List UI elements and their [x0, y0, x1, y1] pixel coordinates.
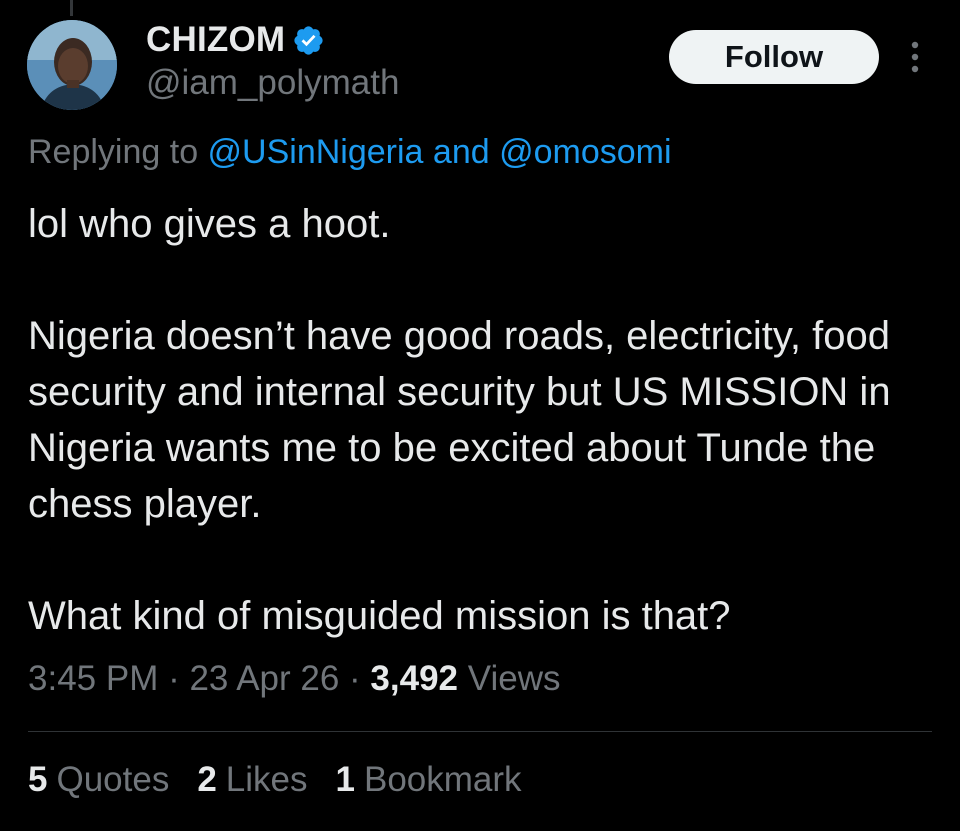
profile-photo — [27, 20, 117, 110]
likes-label: Likes — [225, 760, 308, 799]
likes-stat[interactable]: 2 Likes — [197, 760, 307, 800]
author-handle[interactable]: @iam_polymath — [146, 63, 399, 103]
quotes-count: 5 — [28, 760, 48, 799]
quotes-label: Quotes — [56, 760, 170, 799]
meta-separator: · — [339, 659, 371, 698]
display-name[interactable]: CHIZOM — [146, 20, 285, 60]
views-count: 3,492 — [370, 659, 459, 698]
tweet-time[interactable]: 3:45 PM — [28, 659, 158, 698]
tweet-meta: 3:45 PM · 23 Apr 26 · 3,492 Views — [28, 659, 560, 699]
avatar[interactable] — [27, 20, 117, 110]
divider — [28, 731, 932, 732]
bookmarks-label: Bookmark — [363, 760, 522, 799]
engagement-stats: 5 Quotes 2 Likes 1 Bookmark — [28, 760, 522, 800]
mention-link-omosomi[interactable]: @omosomi — [499, 133, 671, 171]
author-name-row[interactable]: CHIZOM — [146, 19, 325, 61]
meta-separator: · — [158, 659, 190, 698]
views-label: Views — [458, 659, 561, 698]
bookmarks-stat[interactable]: 1 Bookmark — [336, 760, 522, 800]
follow-button[interactable]: Follow — [669, 30, 879, 84]
tweet-paragraph: lol who gives a hoot. — [28, 202, 391, 246]
replying-to-prefix: Replying to — [28, 133, 208, 171]
quotes-stat[interactable]: 5 Quotes — [28, 760, 169, 800]
likes-count: 2 — [197, 760, 217, 799]
tweet-paragraph: What kind of misguided mission is that? — [28, 594, 731, 638]
replying-to-line: Replying to @USinNigeria and @omosomi — [28, 133, 672, 172]
tweet-paragraph: Nigeria doesn’t have good roads, electri… — [28, 314, 891, 526]
bookmarks-count: 1 — [335, 760, 355, 799]
verified-badge-icon — [292, 24, 325, 57]
thread-connector-line — [70, 0, 73, 16]
replying-to-connector: and — [423, 133, 500, 171]
more-options-icon[interactable] — [898, 36, 932, 78]
tweet-date[interactable]: 23 Apr 26 — [189, 659, 339, 698]
mention-link-usinnigeria[interactable]: @USinNigeria — [208, 133, 424, 171]
tweet-body: lol who gives a hoot. Nigeria doesn’t ha… — [28, 196, 938, 644]
